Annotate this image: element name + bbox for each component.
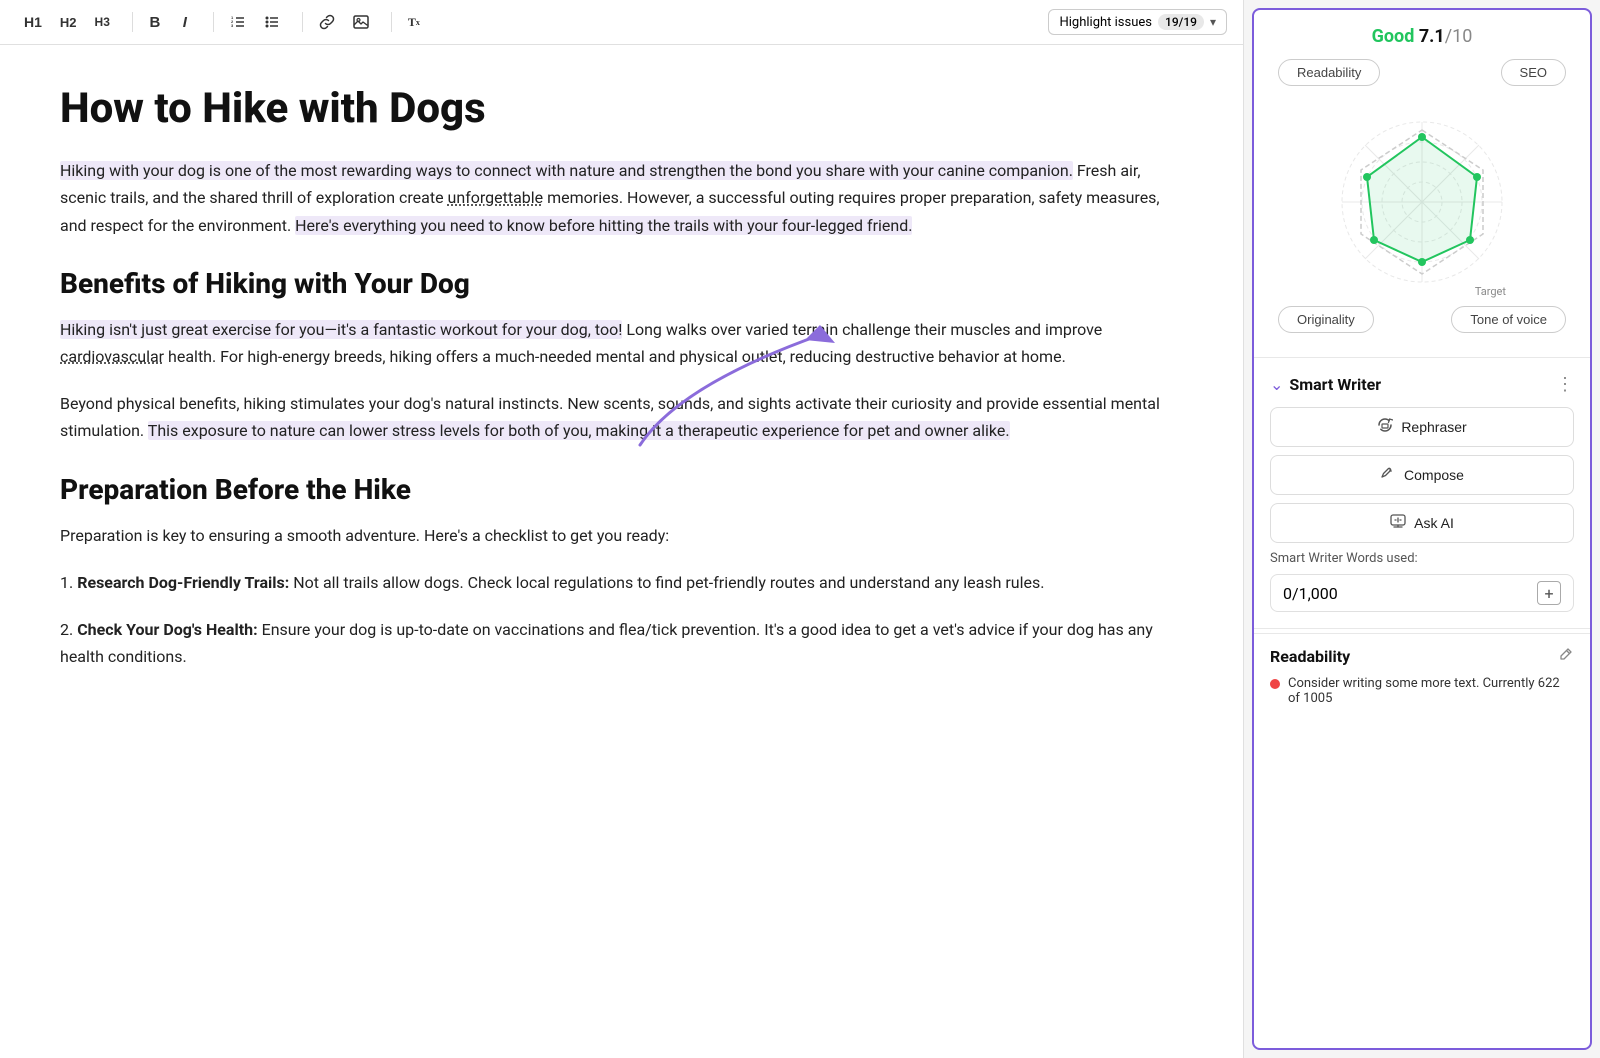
ask-ai-button[interactable]: Ask AI	[1270, 503, 1574, 543]
h1-button[interactable]: H1	[16, 8, 50, 36]
score-label: Good 7.1/10	[1270, 26, 1574, 47]
words-plus-button[interactable]: +	[1537, 581, 1561, 605]
readability-header: Readability	[1270, 646, 1574, 666]
compose-button[interactable]: Compose	[1270, 455, 1574, 495]
readability-item: Consider writing some more text. Current…	[1270, 676, 1574, 706]
compose-label: Compose	[1404, 467, 1464, 483]
toolbar-sep-1	[132, 12, 133, 32]
heading-group: H1 H2 H3	[16, 8, 118, 36]
readability-item-text: Consider writing some more text. Current…	[1288, 676, 1574, 706]
editor-content[interactable]: How to Hike with Dogs Hiking with your d…	[0, 45, 1243, 1058]
h3-button[interactable]: H3	[87, 8, 118, 36]
h2-button[interactable]: H2	[52, 8, 85, 36]
score-max: /10	[1445, 26, 1473, 47]
toolbar-sep-4	[391, 12, 392, 32]
rephraser-button[interactable]: Rephraser	[1270, 407, 1574, 447]
highlighted-text-3: Hiking isn't just great exercise for you…	[60, 320, 622, 339]
sidebar: Good 7.1/10 Readability SEO	[1252, 8, 1592, 1050]
highlighted-text-1: Hiking with your dog is one of the most …	[60, 161, 1073, 180]
score-section: Good 7.1/10 Readability SEO	[1254, 10, 1590, 353]
paragraph-2[interactable]: Hiking isn't just great exercise for you…	[60, 316, 1183, 370]
highlighted-text-4: This exposure to nature can lower stress…	[148, 421, 1010, 440]
ask-ai-label: Ask AI	[1414, 515, 1454, 531]
list-item-1: 1. Research Dog-Friendly Trails: Not all…	[60, 569, 1183, 596]
smart-writer-title-row: ⌄ Smart Writer	[1270, 375, 1381, 394]
heading-preparation[interactable]: Preparation Before the Hike	[60, 473, 1183, 506]
link-button[interactable]	[311, 8, 343, 36]
tab-tone-of-voice[interactable]: Tone of voice	[1451, 306, 1566, 333]
paragraph-1[interactable]: Hiking with your dog is one of the most …	[60, 157, 1183, 239]
rephraser-icon	[1377, 417, 1393, 437]
italic-button[interactable]: I	[171, 8, 199, 36]
smart-writer-header: ⌄ Smart Writer ⋮	[1270, 374, 1574, 395]
highlighted-text-2: Here's everything you need to know befor…	[295, 216, 912, 235]
highlight-label: Highlight issues	[1059, 15, 1152, 30]
format-group: B I	[141, 8, 199, 36]
document-title[interactable]: How to Hike with Dogs	[60, 85, 1183, 133]
list-group: 1 2 3	[222, 8, 288, 36]
highlight-dropdown[interactable]: Highlight issues 19/19 ▾	[1048, 9, 1227, 35]
words-count-row: 0/1,000 +	[1270, 574, 1574, 612]
radar-chart	[1322, 102, 1522, 302]
divider-2	[1254, 628, 1590, 629]
words-count: 0/1,000	[1283, 584, 1338, 603]
rephraser-label: Rephraser	[1401, 419, 1466, 435]
ask-ai-icon	[1390, 513, 1406, 533]
ordered-list-button[interactable]: 1 2 3	[222, 8, 254, 36]
score-top-tabs: Readability SEO	[1270, 59, 1574, 86]
readability-section: Readability Consider writing some more t…	[1254, 633, 1590, 718]
highlight-count: 19/19	[1158, 14, 1204, 30]
dropdown-arrow-icon: ▾	[1210, 15, 1216, 29]
smart-writer-title: Smart Writer	[1289, 375, 1381, 394]
words-used-label: Smart Writer Words used:	[1270, 551, 1574, 566]
toolbar-sep-3	[302, 12, 303, 32]
unordered-list-button[interactable]	[256, 8, 288, 36]
score-good-text: Good	[1372, 26, 1415, 47]
editor-toolbar: H1 H2 H3 B I 1 2 3	[0, 0, 1243, 45]
compose-icon	[1380, 465, 1396, 485]
list-item-2-bold: Check Your Dog's Health:	[77, 620, 257, 639]
svg-text:3: 3	[231, 23, 234, 28]
divider-1	[1254, 357, 1590, 358]
list-item-1-bold: Research Dog-Friendly Trails:	[77, 573, 289, 592]
clear-format-button[interactable]: Tx	[400, 8, 428, 36]
readability-dot	[1270, 679, 1280, 689]
image-button[interactable]	[345, 8, 377, 36]
tab-originality[interactable]: Originality	[1278, 306, 1374, 333]
toolbar-sep-2	[213, 12, 214, 32]
list-item-2: 2. Check Your Dog's Health: Ensure your …	[60, 616, 1183, 670]
smart-writer-menu-icon[interactable]: ⋮	[1556, 374, 1574, 395]
underlined-text-2: cardiovascular	[60, 347, 164, 366]
paragraph-4[interactable]: Preparation is key to ensuring a smooth …	[60, 522, 1183, 549]
insert-group	[311, 8, 377, 36]
heading-benefits[interactable]: Benefits of Hiking with Your Dog	[60, 267, 1183, 300]
tab-readability[interactable]: Readability	[1278, 59, 1380, 86]
paragraph-3[interactable]: Beyond physical benefits, hiking stimula…	[60, 390, 1183, 444]
smart-writer-section: ⌄ Smart Writer ⋮ Rephraser	[1254, 362, 1590, 624]
radar-chart-container: Target	[1270, 94, 1574, 306]
underlined-text-1: unforgettable	[448, 188, 544, 207]
readability-title: Readability	[1270, 647, 1350, 666]
score-value: 7.1	[1419, 26, 1445, 47]
readability-edit-icon[interactable]	[1558, 646, 1574, 666]
tab-seo[interactable]: SEO	[1501, 59, 1566, 86]
score-bottom-tabs: Originality Tone of voice	[1270, 306, 1574, 345]
collapse-icon[interactable]: ⌄	[1270, 375, 1283, 394]
list-item-1-text: Not all trails allow dogs. Check local r…	[289, 573, 1044, 592]
bold-button[interactable]: B	[141, 8, 169, 36]
target-label: Target	[1475, 285, 1506, 298]
